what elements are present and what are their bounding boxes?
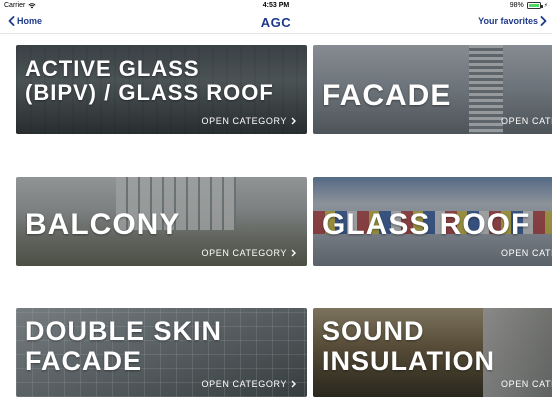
open-category-label: OPEN CATE [501,248,552,258]
tile-title-line1: ACTIVE GLASS [25,56,200,81]
status-bar: Carrier 4:53 PM 98% ⚡ [0,0,552,12]
open-category-label: OPEN CATEGORY [201,379,287,389]
open-category-link[interactable]: OPEN CATEGORY [202,116,296,126]
open-category-link[interactable]: OPEN CATEGORY [202,248,296,258]
tile-title-line1: GLASS ROOF [322,208,531,241]
tile-title-line2: FACADE [25,346,143,376]
chevron-right-icon [291,249,296,257]
tile-title-line1: FACADE [322,79,452,112]
category-tile-glass-roof[interactable]: GLASS ROOF OPEN CATE [313,177,552,266]
open-category-link[interactable]: OPEN CATE [501,116,552,126]
open-category-label: OPEN CATE [501,116,552,126]
battery-fill [528,4,539,7]
chevron-right-icon [291,117,296,125]
open-category-label: OPEN CATE [501,379,552,389]
tile-title: GLASS ROOF [322,210,530,240]
battery-icon [526,2,543,9]
tile-title-line1: SOUND [322,316,425,346]
tile-title-line2: (BIPV) / GLASS ROOF [25,80,274,105]
tile-title: DOUBLE SKIN FACADE [25,316,222,376]
open-category-link[interactable]: OPEN CATEGORY [202,379,296,389]
open-category-label: OPEN CATEGORY [201,248,287,258]
tile-title-line1: BALCONY [25,208,181,241]
chevron-right-icon [291,380,296,388]
tile-title: BALCONY [25,210,180,240]
status-time: 4:53 PM [262,2,290,9]
open-category-link[interactable]: OPEN CATE [501,379,552,389]
favorites-label: Your favorites [478,16,538,26]
category-tile-balcony[interactable]: BALCONY OPEN CATEGORY [16,177,307,266]
favorites-button[interactable]: Your favorites [478,16,547,26]
navigation-bar: Home AGC Your favorites [0,12,552,34]
tile-title: FACADE [322,81,451,111]
battery-percent: 98% [509,2,524,9]
battery-group: 98% ⚡ [510,2,548,9]
tile-title-line1: DOUBLE SKIN [25,316,223,346]
page-title: AGC [260,15,292,30]
category-tile-active-glass[interactable]: ACTIVE GLASS (BIPV) / GLASS ROOF OPEN CA… [16,45,307,134]
tile-title: ACTIVE GLASS (BIPV) / GLASS ROOF [25,57,274,105]
chevron-right-icon [540,16,547,26]
category-tile-double-skin-facade[interactable]: DOUBLE SKIN FACADE OPEN CATEGORY [16,308,307,397]
category-grid: ACTIVE GLASS (BIPV) / GLASS ROOF OPEN CA… [0,35,552,414]
open-category-label: OPEN CATEGORY [201,116,287,126]
open-category-link[interactable]: OPEN CATE [501,248,552,258]
charging-bolt-icon: ⚡ [543,3,548,9]
tile-title-line2: INSULATION [322,346,495,376]
tile-title: SOUND INSULATION [322,316,495,376]
category-tile-sound-insulation[interactable]: SOUND INSULATION OPEN CATE [313,308,552,397]
category-tile-facade[interactable]: FACADE OPEN CATE [313,45,552,134]
